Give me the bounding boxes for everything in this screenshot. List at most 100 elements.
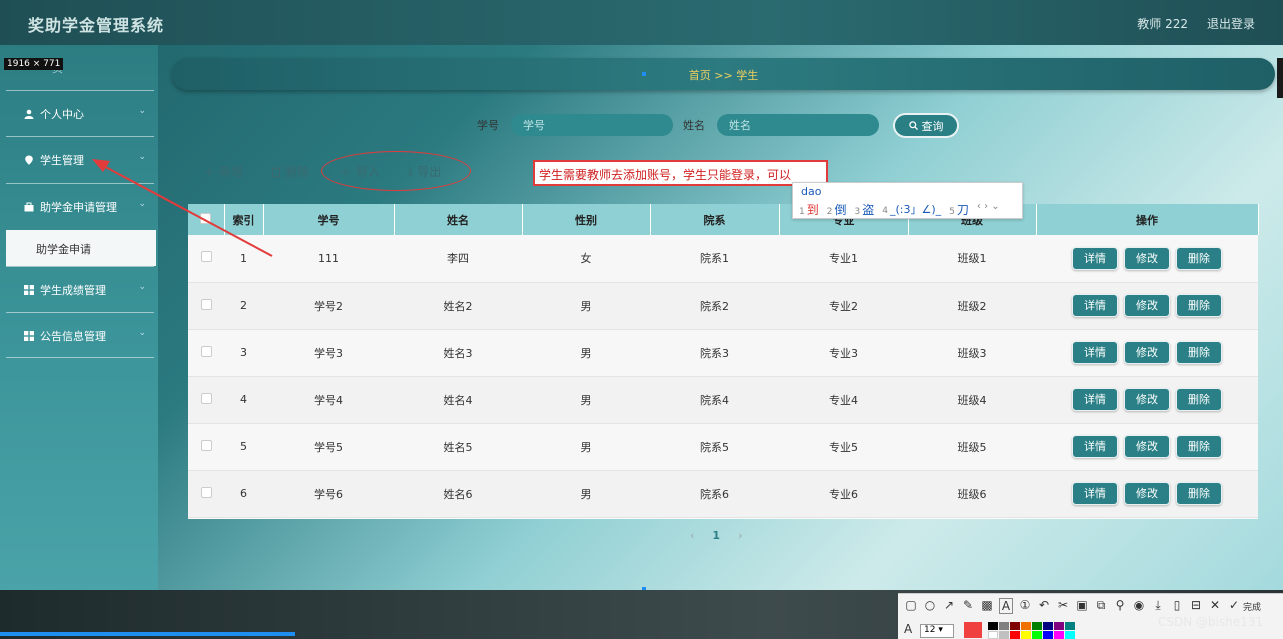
delete-row-button[interactable]: 删除 [1176,435,1222,458]
detail-button[interactable]: 详情 [1072,482,1118,505]
row-checkbox[interactable] [200,392,212,404]
color-swatch[interactable] [1065,622,1075,630]
delete-row-button[interactable]: 删除 [1176,246,1222,270]
student-name-input[interactable] [717,114,879,136]
color-swatch[interactable] [1054,622,1064,630]
table-cell: 专业2 [829,299,858,313]
phone-icon[interactable]: ▯ [1170,598,1184,614]
row-checkbox[interactable] [200,345,212,357]
table-cell: 姓名3 [443,346,473,360]
delete-row-button[interactable]: 删除 [1176,341,1222,364]
color-swatch[interactable] [1043,631,1053,639]
scissors-icon[interactable]: ✂ [1056,598,1070,614]
location-icon [25,155,33,165]
color-swatch[interactable] [1010,631,1020,639]
table-cell: 院系2 [700,299,729,313]
annotation-textbox[interactable]: 学生需要教师去添加账号，学生只能登录，可以 [533,160,828,186]
color-swatch[interactable] [1032,622,1042,630]
done-button[interactable]: 完成 [1243,600,1261,613]
current-page[interactable]: 1 [712,529,720,542]
translate-icon[interactable]: ⧉ [1094,598,1108,614]
ellipse-tool-icon[interactable]: ○ [923,598,937,614]
delete-row-button[interactable]: 删除 [1176,482,1222,505]
next-page-button[interactable]: › [738,529,742,542]
ime-candidate[interactable]: 3盗 [855,201,875,218]
table-header-row: 索引 学号 姓名 性别 院系 专业 班级 操作 [188,204,1259,235]
grid-icon [24,285,34,295]
breadcrumb: 首页 >> 学生 [688,69,759,82]
number-tool-icon[interactable]: ① [1018,598,1032,614]
add-button[interactable]: ＋新增 [203,163,243,180]
selection-handle[interactable] [642,72,646,76]
close-icon[interactable]: ✕ [1208,598,1222,614]
ime-candidate[interactable]: 1到 [799,201,819,218]
edit-button[interactable]: 修改 [1124,294,1170,317]
table-cell: 男 [580,393,592,407]
save-icon[interactable]: ⤓ [1151,598,1165,614]
undo-icon[interactable]: ↶ [1037,598,1051,614]
ocr-icon[interactable]: ▣ [1075,598,1089,614]
pen-tool-icon[interactable]: ✎ [961,598,975,614]
delete-button[interactable]: 删除 [271,163,309,180]
edit-button[interactable]: 修改 [1124,435,1170,458]
color-swatch[interactable] [1021,631,1031,639]
sidebar-item-score-management[interactable]: 学生成绩管理 ⌄ [6,266,154,312]
student-id-input[interactable] [511,114,673,136]
ime-candidate[interactable]: 5刀 [949,201,969,218]
detail-button[interactable]: 详情 [1072,435,1118,458]
bookmark-icon[interactable]: ⊟ [1189,598,1203,614]
query-button[interactable]: 查询 [893,113,959,138]
ime-candidate[interactable]: 4 _(:3」∠)_ [882,201,941,218]
color-swatch[interactable] [1032,631,1042,639]
row-checkbox[interactable] [200,439,212,451]
edit-button[interactable]: 修改 [1124,482,1170,505]
row-select-cell [188,235,224,282]
window-edge [1277,58,1283,98]
pin-icon[interactable]: ⚲ [1113,598,1127,614]
rectangle-tool-icon[interactable]: ▢ [904,598,918,614]
row-checkbox[interactable] [200,251,212,263]
delete-row-button[interactable]: 删除 [1176,294,1222,317]
delete-row-button[interactable]: 删除 [1176,388,1222,411]
row-checkbox[interactable] [200,298,212,310]
sidebar-item-personal-center[interactable]: 个人中心 ⌄ [6,90,154,136]
text-tool-icon[interactable]: A [999,598,1013,614]
mosaic-tool-icon[interactable]: ▩ [980,598,994,614]
color-swatch[interactable] [1043,622,1053,630]
table-cell: 院系4 [700,393,729,407]
detail-button[interactable]: 详情 [1072,246,1118,270]
ime-page-nav[interactable]: ‹ › ⌄ [977,201,1000,218]
record-icon[interactable]: ◉ [1132,598,1146,614]
ime-candidate[interactable]: 2倒 [827,201,847,218]
sidebar-subitem-grant-application[interactable]: 助学金申请 [6,230,156,266]
arrow-tool-icon[interactable]: ↗ [942,598,956,614]
detail-button[interactable]: 详情 [1072,294,1118,317]
current-user: 教师 222 [1137,17,1188,31]
edit-button[interactable]: 修改 [1124,388,1170,411]
color-swatch[interactable] [1021,622,1031,630]
detail-button[interactable]: 详情 [1072,341,1118,364]
color-swatch[interactable] [988,622,998,630]
color-swatch[interactable] [988,631,998,639]
row-actions: 详情 修改 删除 [1036,470,1258,517]
color-swatch[interactable] [999,622,1009,630]
detail-button[interactable]: 详情 [1072,388,1118,411]
color-swatch[interactable] [1065,631,1075,639]
prev-page-button[interactable]: ‹ [690,529,694,542]
color-swatch[interactable] [999,631,1009,639]
font-size-select[interactable]: 12 ▾ [920,624,954,638]
edit-button[interactable]: 修改 [1124,341,1170,364]
check-icon[interactable]: ✓ [1227,598,1241,614]
sidebar-item-student-management[interactable]: 学生管理 ⌄ [6,136,154,182]
color-swatch[interactable] [1010,622,1020,630]
current-color-swatch[interactable] [964,622,982,638]
row-actions: 详情 修改 删除 [1036,329,1258,376]
logout-link[interactable]: 退出登录 [1207,15,1255,32]
sidebar-item-grant-application-management[interactable]: 助学金申请管理 ⌄ [6,183,154,229]
edit-button[interactable]: 修改 [1124,246,1170,270]
select-all-checkbox[interactable] [200,212,212,224]
sidebar-item-notice-management[interactable]: 公告信息管理 ⌄ [6,312,154,358]
row-checkbox[interactable] [200,486,212,498]
color-swatch[interactable] [1054,631,1064,639]
table-cell: 专业5 [829,440,858,454]
